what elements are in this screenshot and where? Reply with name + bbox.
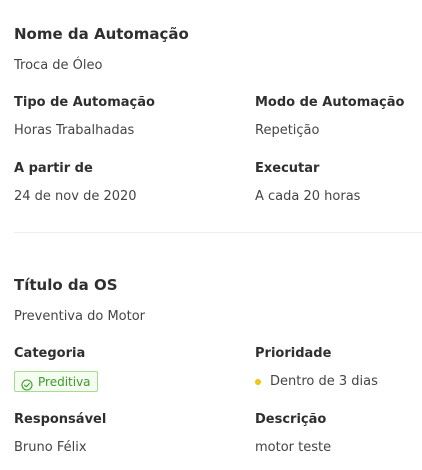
priority-value: Dentro de 3 dias (270, 374, 378, 389)
description-value: motor teste (255, 440, 332, 455)
section-divider (14, 232, 422, 233)
category-badge-text: Preditiva (38, 374, 91, 389)
os-title-heading: Título da OS (14, 276, 118, 294)
automation-type-label: Tipo de Automação (14, 95, 155, 110)
category-label: Categoria (14, 346, 86, 361)
priority-dot-icon (255, 378, 261, 385)
automation-mode-label: Modo de Automação (255, 95, 405, 110)
execute-value: A cada 20 horas (255, 189, 361, 204)
execute-label: Executar (255, 161, 320, 176)
responsible-label: Responsável (14, 412, 107, 427)
category-badge: Preditiva (14, 371, 98, 392)
start-date-label: A partir de (14, 161, 93, 176)
automation-name-value: Troca de Óleo (14, 58, 103, 73)
automation-name-heading: Nome da Automação (14, 25, 189, 43)
priority-label: Prioridade (255, 346, 332, 361)
responsible-value: Bruno Félix (14, 440, 87, 455)
priority-indicator: Dentro de 3 dias (255, 374, 378, 389)
os-title-value: Preventiva do Motor (14, 309, 146, 324)
automation-mode-value: Repetição (255, 123, 320, 138)
check-circle-icon (21, 376, 33, 391)
automation-type-value: Horas Trabalhadas (14, 123, 135, 138)
start-date-value: 24 de nov de 2020 (14, 189, 137, 204)
description-label: Descrição (255, 412, 327, 427)
